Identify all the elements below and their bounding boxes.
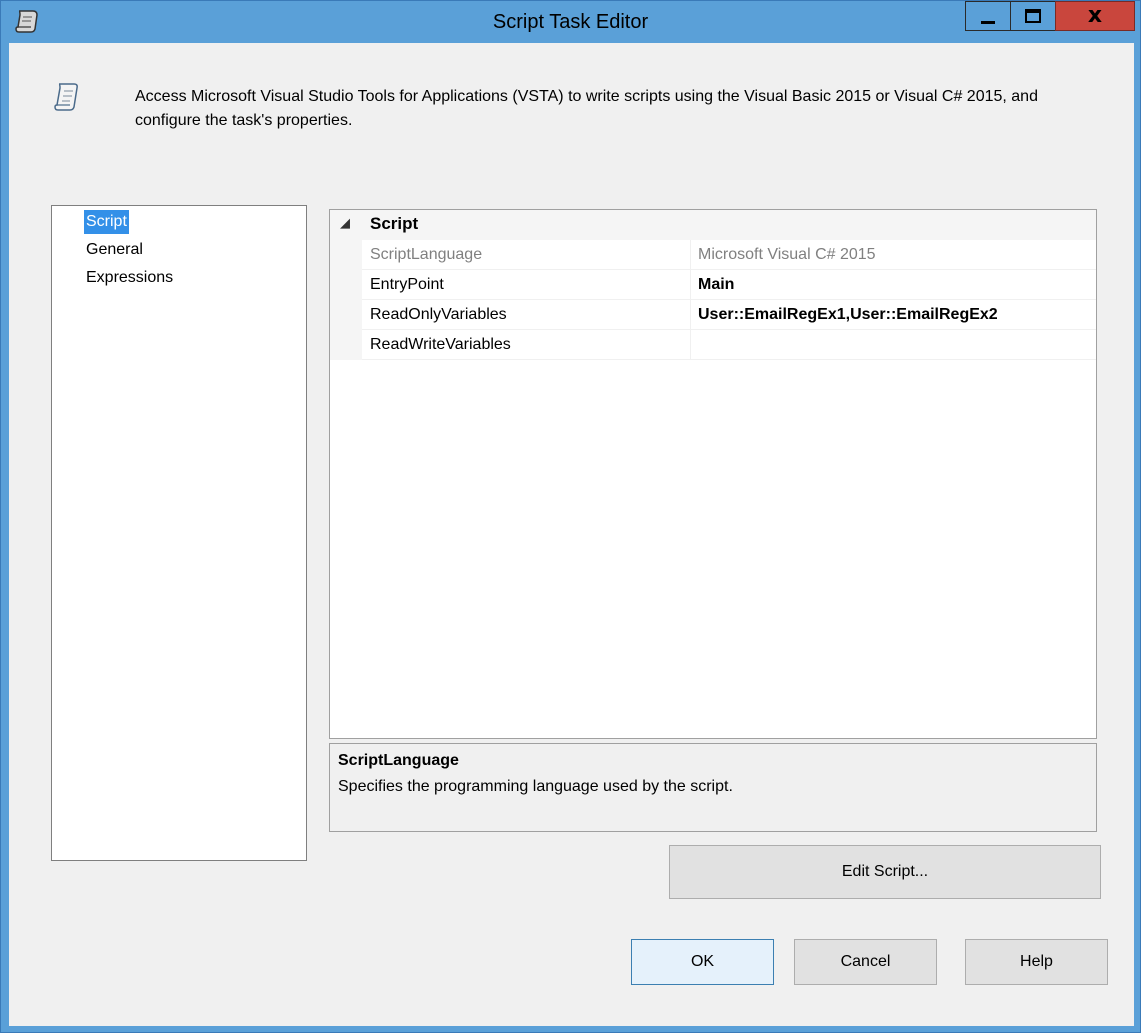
property-name: ReadOnlyVariables bbox=[362, 300, 691, 330]
property-category-row[interactable]: ◢ Script bbox=[330, 210, 1096, 240]
nav-item-script[interactable]: Script bbox=[84, 210, 129, 234]
property-row-entrypoint[interactable]: EntryPoint Main bbox=[330, 270, 1096, 300]
minimize-button[interactable] bbox=[965, 1, 1010, 31]
help-button[interactable]: Help bbox=[965, 939, 1108, 985]
property-row-readwritevariables[interactable]: ReadWriteVariables bbox=[330, 330, 1096, 360]
property-name: ScriptLanguage bbox=[362, 240, 691, 270]
property-row-readonlyvariables[interactable]: ReadOnlyVariables User::EmailRegEx1,User… bbox=[330, 300, 1096, 330]
script-task-editor-window: Script Task Editor x Access Microsoft Vi… bbox=[0, 0, 1141, 1033]
maximize-icon bbox=[1025, 9, 1041, 23]
property-category-label: Script bbox=[370, 214, 419, 233]
title-bar[interactable]: Script Task Editor x bbox=[1, 1, 1140, 43]
help-title: ScriptLanguage bbox=[338, 752, 459, 769]
collapse-triangle-icon[interactable]: ◢ bbox=[340, 216, 350, 231]
cancel-button[interactable]: Cancel bbox=[794, 939, 937, 985]
close-icon: x bbox=[1087, 3, 1103, 28]
nav-item-expressions[interactable]: Expressions bbox=[84, 266, 175, 290]
property-value[interactable] bbox=[691, 330, 1096, 360]
property-value[interactable]: User::EmailRegEx1,User::EmailRegEx2 bbox=[691, 300, 1096, 330]
editor-description: Access Microsoft Visual Studio Tools for… bbox=[135, 88, 1038, 129]
maximize-button[interactable] bbox=[1010, 1, 1055, 31]
close-button[interactable]: x bbox=[1055, 1, 1135, 31]
property-row-scriptlanguage[interactable]: ScriptLanguage Microsoft Visual C# 2015 bbox=[330, 240, 1096, 270]
property-value[interactable]: Main bbox=[691, 270, 1096, 300]
property-grid[interactable]: ◢ Script ScriptLanguage Microsoft Visual… bbox=[329, 209, 1097, 739]
edit-script-button[interactable]: Edit Script... bbox=[669, 845, 1101, 899]
property-value[interactable]: Microsoft Visual C# 2015 bbox=[691, 240, 1096, 270]
script-scroll-icon bbox=[54, 83, 78, 111]
page-navigation-list[interactable]: Script General Expressions bbox=[51, 205, 307, 861]
property-name: ReadWriteVariables bbox=[362, 330, 691, 360]
nav-item-general[interactable]: General bbox=[84, 238, 145, 262]
minimize-icon bbox=[981, 20, 995, 24]
ok-button[interactable]: OK bbox=[631, 939, 774, 985]
property-help-panel: ScriptLanguage Specifies the programming… bbox=[329, 743, 1097, 832]
property-name: EntryPoint bbox=[362, 270, 691, 300]
dialog-client-area: Access Microsoft Visual Studio Tools for… bbox=[9, 43, 1134, 1026]
help-text: Specifies the programming language used … bbox=[338, 778, 733, 795]
